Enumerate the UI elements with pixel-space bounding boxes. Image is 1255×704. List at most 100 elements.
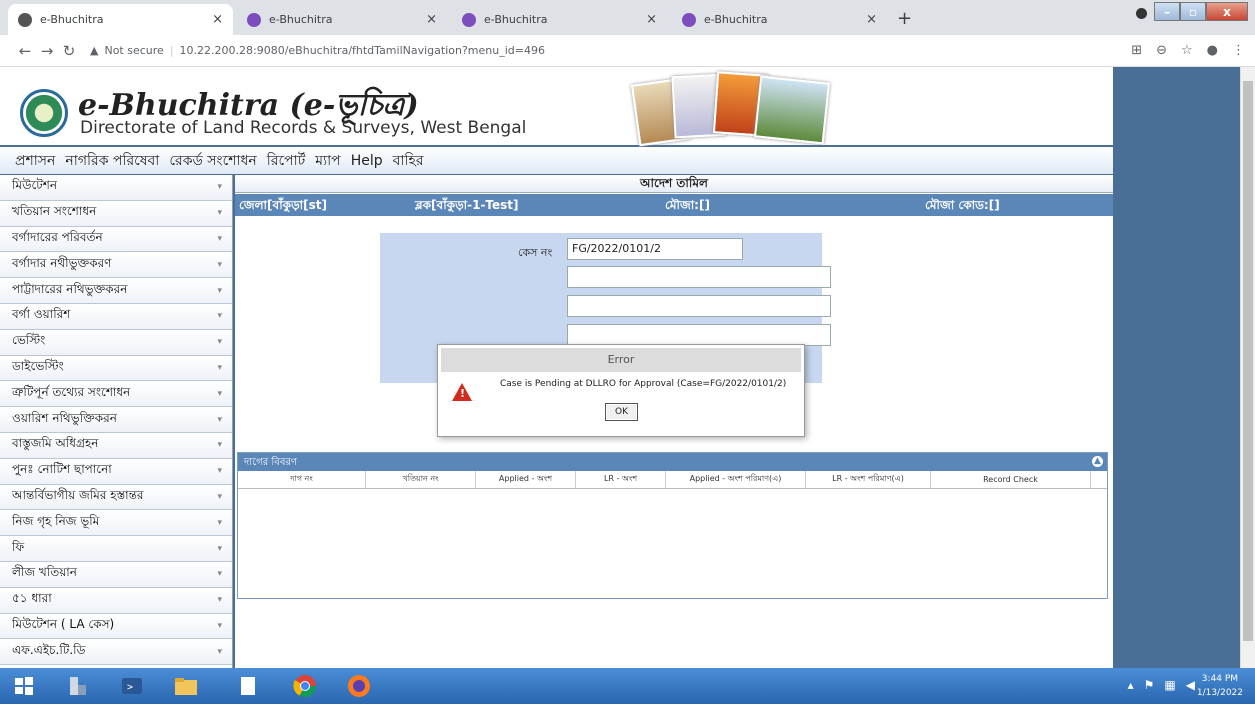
sidebar-item-label: লীজ খতিয়ান xyxy=(12,565,77,580)
form-field-4[interactable] xyxy=(567,324,831,346)
start-button[interactable] xyxy=(0,670,48,702)
chevron-down-icon: ▾ xyxy=(217,388,222,399)
sidebar-item[interactable]: মিউটেশন ( LA কেস) ▾ xyxy=(0,613,232,640)
menu-item-report[interactable]: রিপোর্ট xyxy=(267,149,306,173)
document-icon[interactable] xyxy=(224,670,272,702)
profile-dot-icon[interactable] xyxy=(1136,8,1147,19)
ok-button[interactable]: OK xyxy=(605,403,638,421)
chevron-down-icon: ▾ xyxy=(217,620,222,631)
sidebar-item[interactable]: ৫১ ধারা ▾ xyxy=(0,587,232,614)
volume-icon[interactable]: ◀ xyxy=(1186,678,1195,692)
menu-item-record-correction[interactable]: রেকর্ড সংশোধন xyxy=(169,149,256,173)
page-title: আদেশ তামিল xyxy=(235,175,1113,193)
land-table-header: দাগ নং খতিয়ান নং Applied - অংশ LR - অংশ… xyxy=(238,471,1107,489)
sidebar-item-label: ডাইভেস্টিং xyxy=(12,358,64,373)
survey-photo xyxy=(753,75,831,145)
minimize-button[interactable]: – xyxy=(1154,2,1180,21)
sidebar-item-label: বর্গাদারের পরিবর্তন xyxy=(12,229,103,244)
menu-dots-icon[interactable]: ⋮ xyxy=(1232,43,1245,58)
sidebar-item-label: ত্রুটিপূর্ন তথ্যের সংশোধন xyxy=(12,384,131,399)
chevron-down-icon: ▾ xyxy=(217,569,222,580)
sidebar-item[interactable]: ডাইভেস্টিং ▾ xyxy=(0,355,232,382)
translate-icon[interactable]: ⊞ xyxy=(1131,43,1142,58)
chevron-down-icon: ▾ xyxy=(217,517,222,528)
scrollbar-thumb[interactable] xyxy=(1243,81,1253,641)
land-panel-header: দাগের বিবরণ ▲ xyxy=(238,453,1107,471)
reload-icon[interactable]: ↻ xyxy=(58,42,80,60)
flag-icon[interactable]: ⚑ xyxy=(1144,678,1155,692)
tray-arrow-icon[interactable]: ▴ xyxy=(1128,678,1134,692)
menu-item-citizen-services[interactable]: নাগরিক পরিষেবা xyxy=(65,149,159,173)
close-tab-icon[interactable]: × xyxy=(212,12,223,27)
error-dialog: Error ! Case is Pending at DLLRO for App… xyxy=(437,344,805,437)
menu-item-exit[interactable]: বাহির xyxy=(393,149,424,173)
tab-title: e-Bhuchitra xyxy=(269,13,333,26)
main-menu: প্রশাসন নাগরিক পরিষেবা রেকর্ড সংশোধন রিপ… xyxy=(0,147,1113,174)
back-icon[interactable]: ← xyxy=(14,42,36,60)
form-field-3[interactable] xyxy=(567,295,831,317)
sidebar-item[interactable]: লীজ খতিয়ান ▾ xyxy=(0,561,232,588)
globe-icon xyxy=(247,12,261,27)
sidebar-item[interactable]: বর্গাদার নথীভুক্তকরণ ▾ xyxy=(0,252,232,279)
sidebar-item[interactable]: পাট্টাদারের নথিভুক্তকরন ▾ xyxy=(0,278,232,304)
new-tab-button[interactable]: + xyxy=(897,8,912,29)
sidebar-item[interactable]: আন্তর্বিভাগীয় জমির হস্তান্তর ▾ xyxy=(0,484,232,511)
collapse-icon[interactable]: ▲ xyxy=(1092,456,1103,467)
sidebar-item[interactable]: বর্গাদারের পরিবর্তন ▾ xyxy=(0,226,232,253)
server-manager-icon[interactable] xyxy=(54,670,102,702)
location-info-bar: জেলা[বাঁকুড়া[st] ব্লক[বাঁকুড়া-1-Test] … xyxy=(235,194,1113,216)
star-icon[interactable]: ☆ xyxy=(1181,43,1193,58)
chrome-icon[interactable] xyxy=(281,670,329,702)
powershell-icon[interactable]: > xyxy=(108,670,156,702)
mouza-label: মৌজা:[] xyxy=(665,198,710,212)
sidebar-item[interactable]: নিজ গৃহ নিজ ভূমি ▾ xyxy=(0,510,232,537)
close-tab-icon[interactable]: × xyxy=(426,12,437,27)
sidebar-item[interactable]: পুনঃ নোটিশ ছাপানো ▾ xyxy=(0,458,232,485)
form-field-2[interactable] xyxy=(567,266,831,288)
tab-2[interactable]: e-Bhuchitra × xyxy=(237,4,447,35)
menu-item-admin[interactable]: প্রশাসন xyxy=(15,149,55,173)
close-tab-icon[interactable]: × xyxy=(646,12,657,27)
sidebar-item[interactable]: খতিয়ান সংশোধন ▾ xyxy=(0,200,232,227)
forward-icon[interactable]: → xyxy=(36,42,58,60)
sidebar-item-label: ভেস্টিং xyxy=(12,333,46,348)
tab-1[interactable]: e-Bhuchitra × xyxy=(8,4,233,35)
sidebar-item-label: বর্গা ওয়ারিশ xyxy=(12,307,71,322)
sidebar-item[interactable]: ত্রুটিপূর্ন তথ্যের সংশোধন ▾ xyxy=(0,381,232,408)
close-window-button[interactable]: x xyxy=(1206,2,1248,21)
tab-4[interactable]: e-Bhuchitra × xyxy=(672,4,887,35)
column-header: Applied - অংশ xyxy=(476,471,576,488)
menu-item-map[interactable]: ম্যাপ xyxy=(315,149,340,173)
account-icon[interactable]: ● xyxy=(1207,43,1218,58)
sidebar-item[interactable]: বাস্তুজমি অধিগ্রহন ▾ xyxy=(0,432,232,459)
sidebar-item[interactable]: এফ.এইচ.টি.ডি ▾ xyxy=(0,639,232,666)
sidebar-item[interactable]: ফি ▾ xyxy=(0,536,232,562)
browser-tab-bar: e-Bhuchitra × e-Bhuchitra × e-Bhuchitra … xyxy=(0,0,1255,35)
page-viewport: e-Bhuchitra (e-ভূচিত্র) Directorate of L… xyxy=(0,67,1240,668)
address-bar: ← → ↻ ▲ Not secure | 10.22.200.28:9080/e… xyxy=(0,35,1255,67)
column-header: দাগ নং xyxy=(238,471,366,488)
close-tab-icon[interactable]: × xyxy=(866,12,877,27)
sidebar-item[interactable]: ভেস্টিং ▾ xyxy=(0,329,232,356)
url-field[interactable]: ▲ Not secure | 10.22.200.28:9080/eBhuchi… xyxy=(90,44,545,57)
firefox-icon[interactable] xyxy=(335,670,383,702)
file-explorer-icon[interactable] xyxy=(162,670,210,702)
network-icon[interactable]: ▦ xyxy=(1164,678,1175,692)
svg-text:>: > xyxy=(127,682,133,693)
sidebar-item[interactable]: মিউটেশন ▾ xyxy=(0,175,232,201)
header-photo-collage xyxy=(625,71,845,147)
maximize-button[interactable]: ▫ xyxy=(1180,2,1206,21)
sidebar-item[interactable]: বর্গা ওয়ারিশ ▾ xyxy=(0,303,232,330)
sidebar-item-label: ৫১ ধারা xyxy=(12,591,52,606)
chevron-down-icon: ▾ xyxy=(217,182,222,193)
sidebar-item-label: আন্তর্বিভাগীয় জমির হস্তান্তর xyxy=(12,487,144,502)
tab-3[interactable]: e-Bhuchitra × xyxy=(452,4,667,35)
menu-item-help[interactable]: Help xyxy=(351,153,383,169)
sidebar-item-label: ওয়ারিশ নথিভুক্তিকরন xyxy=(12,410,117,425)
case-number-field[interactable]: FG/2022/0101/2 xyxy=(567,238,743,260)
sidebar-item[interactable]: ওয়ারিশ নথিভুক্তিকরন ▾ xyxy=(0,407,232,433)
zoom-icon[interactable]: ⊖ xyxy=(1156,43,1167,58)
vertical-scrollbar[interactable] xyxy=(1240,67,1255,668)
taskbar-clock[interactable]: 3:44 PM 1/13/2022 xyxy=(1197,672,1243,700)
windows-taskbar: > ▴ ⚑ ▦ ◀ 3:44 PM 1/13/2022 xyxy=(0,668,1255,704)
